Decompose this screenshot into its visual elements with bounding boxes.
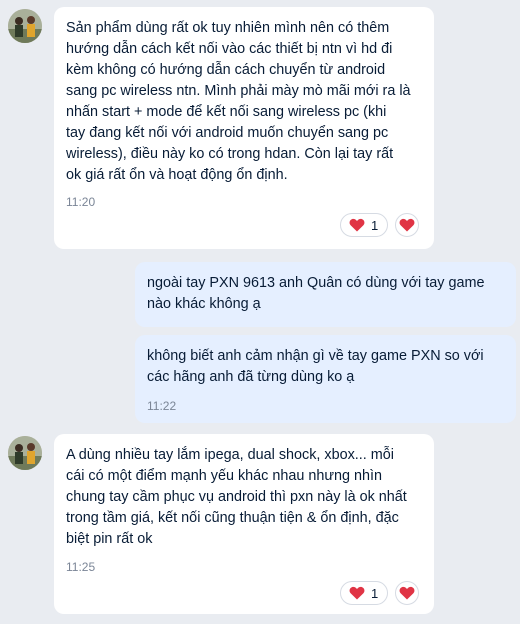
message-text: ngoài tay PXN 9613 anh Quân có dùng với … <box>147 275 485 312</box>
message-text: Sản phẩm dùng rất ok tuy nhiên mình nên … <box>66 20 411 183</box>
message-bubble-outgoing[interactable]: không biết anh cảm nhận gì về tay game P… <box>135 335 516 423</box>
reaction-summary[interactable]: 1 <box>340 213 388 237</box>
message-time: 11:25 <box>66 560 96 574</box>
reaction-summary[interactable]: 1 <box>340 581 388 605</box>
react-button[interactable] <box>395 581 419 605</box>
contact-avatar[interactable] <box>8 436 42 470</box>
contact-avatar[interactable] <box>8 9 42 43</box>
heart-icon <box>399 586 415 600</box>
message-bubble-incoming[interactable]: Sản phẩm dùng rất ok tuy nhiên mình nên … <box>54 7 434 249</box>
message-time: 11:22 <box>147 399 177 413</box>
heart-icon <box>399 218 415 232</box>
avatar-photo <box>8 436 42 470</box>
message-time: 11:20 <box>66 195 96 209</box>
message-bubble-outgoing[interactable]: ngoài tay PXN 9613 anh Quân có dùng với … <box>135 262 516 327</box>
message-bubble-incoming[interactable]: A dùng nhiều tay lắm ipega, dual shock, … <box>54 434 434 614</box>
message-text: A dùng nhiều tay lắm ipega, dual shock, … <box>66 447 407 547</box>
reaction-count: 1 <box>371 585 379 601</box>
heart-icon <box>349 218 365 232</box>
reaction-count: 1 <box>371 217 379 233</box>
react-button[interactable] <box>395 213 419 237</box>
avatar-photo <box>8 9 42 43</box>
heart-icon <box>349 586 365 600</box>
message-text: không biết anh cảm nhận gì về tay game P… <box>147 348 484 385</box>
